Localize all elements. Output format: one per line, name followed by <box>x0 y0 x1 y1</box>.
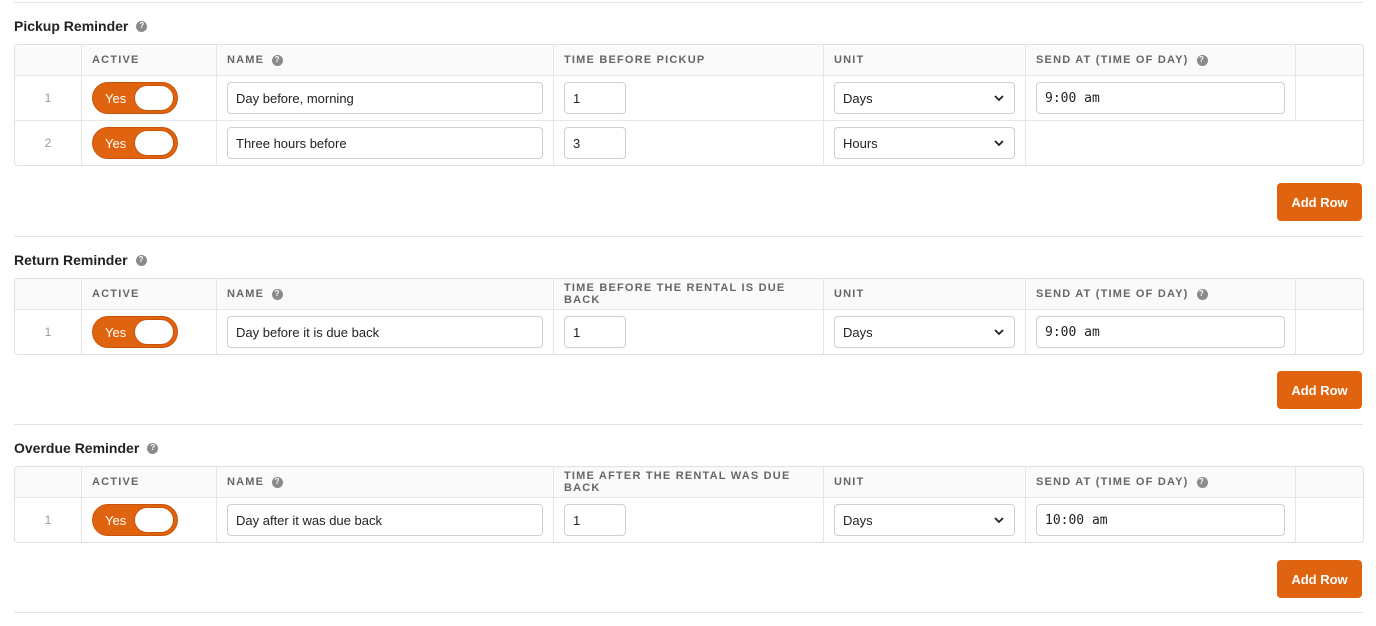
section-divider <box>14 236 1363 237</box>
active-toggle[interactable]: Yes <box>92 82 178 114</box>
help-icon[interactable]: ? <box>1196 476 1208 488</box>
time-input[interactable]: 1 <box>564 82 626 114</box>
help-icon[interactable]: ? <box>147 442 159 454</box>
col-time: Time before pickup <box>554 45 824 75</box>
send-at-input[interactable]: 9:00 am <box>1036 82 1285 114</box>
name-input[interactable]: Day before, morning <box>227 82 543 114</box>
time-input[interactable]: 1 <box>564 504 626 536</box>
table-header: Active Name? Time before the rental is d… <box>15 279 1363 309</box>
col-name: Name? <box>217 279 554 309</box>
unit-select[interactable]: Days <box>834 316 1015 348</box>
add-row-button[interactable]: Add Row <box>1277 371 1362 409</box>
top-divider <box>14 2 1363 3</box>
name-input[interactable]: Day after it was due back <box>227 504 543 536</box>
table-row: 1 Yes Day before it is due back 1 Days 9… <box>15 309 1363 354</box>
return-reminder-title: Return Reminder ? <box>14 252 147 268</box>
return-reminder-table: Active Name? Time before the rental is d… <box>14 278 1364 355</box>
time-input[interactable]: 1 <box>564 316 626 348</box>
send-at-input[interactable]: 10:00 am <box>1036 504 1285 536</box>
col-send-at: Send at (Time of day)? <box>1026 467 1296 497</box>
col-send-at: Send at (Time of day)? <box>1026 45 1296 75</box>
chevron-down-icon <box>994 517 1004 524</box>
table-row: 1 Yes Day before, morning 1 Days 9:00 am <box>15 75 1363 120</box>
col-active: Active <box>82 467 217 497</box>
name-input[interactable]: Day before it is due back <box>227 316 543 348</box>
active-toggle[interactable]: Yes <box>92 316 178 348</box>
table-row: 1 Yes Day after it was due back 1 Days 1… <box>15 497 1363 542</box>
row-number: 2 <box>15 121 82 165</box>
col-unit: Unit <box>824 45 1026 75</box>
active-toggle[interactable]: Yes <box>92 127 178 159</box>
help-icon[interactable]: ? <box>136 20 148 32</box>
pickup-reminder-table: Active Name? Time before pickup Unit Sen… <box>14 44 1364 166</box>
col-unit: Unit <box>824 279 1026 309</box>
section-divider <box>14 424 1363 425</box>
send-at-input[interactable]: 9:00 am <box>1036 316 1285 348</box>
help-icon[interactable]: ? <box>272 54 284 66</box>
help-icon[interactable]: ? <box>1196 288 1208 300</box>
col-time: Time after the rental was due back <box>554 467 824 497</box>
pickup-reminder-title: Pickup Reminder ? <box>14 18 148 34</box>
row-number: 1 <box>15 76 82 120</box>
col-name: Name? <box>217 467 554 497</box>
help-icon[interactable]: ? <box>272 476 284 488</box>
help-icon[interactable]: ? <box>1196 54 1208 66</box>
active-toggle[interactable]: Yes <box>92 504 178 536</box>
overdue-reminder-title: Overdue Reminder ? <box>14 440 159 456</box>
col-send-at: Send at (Time of day)? <box>1026 279 1296 309</box>
section-divider <box>14 612 1363 613</box>
time-input[interactable]: 3 <box>564 127 626 159</box>
col-name: Name? <box>217 45 554 75</box>
help-icon[interactable]: ? <box>135 254 147 266</box>
table-row: 2 Yes Three hours before 3 Hours <box>15 120 1363 165</box>
col-time: Time before the rental is due back <box>554 279 824 309</box>
unit-select[interactable]: Hours <box>834 127 1015 159</box>
unit-select[interactable]: Days <box>834 82 1015 114</box>
unit-select[interactable]: Days <box>834 504 1015 536</box>
chevron-down-icon <box>994 329 1004 336</box>
row-number: 1 <box>15 498 82 542</box>
chevron-down-icon <box>994 95 1004 102</box>
col-active: Active <box>82 279 217 309</box>
table-header: Active Name? Time after the rental was d… <box>15 467 1363 497</box>
row-number: 1 <box>15 310 82 354</box>
add-row-button[interactable]: Add Row <box>1277 560 1362 598</box>
help-icon[interactable]: ? <box>272 288 284 300</box>
add-row-button[interactable]: Add Row <box>1277 183 1362 221</box>
chevron-down-icon <box>994 140 1004 147</box>
table-header: Active Name? Time before pickup Unit Sen… <box>15 45 1363 75</box>
col-active: Active <box>82 45 217 75</box>
name-input[interactable]: Three hours before <box>227 127 543 159</box>
col-unit: Unit <box>824 467 1026 497</box>
overdue-reminder-table: Active Name? Time after the rental was d… <box>14 466 1364 543</box>
